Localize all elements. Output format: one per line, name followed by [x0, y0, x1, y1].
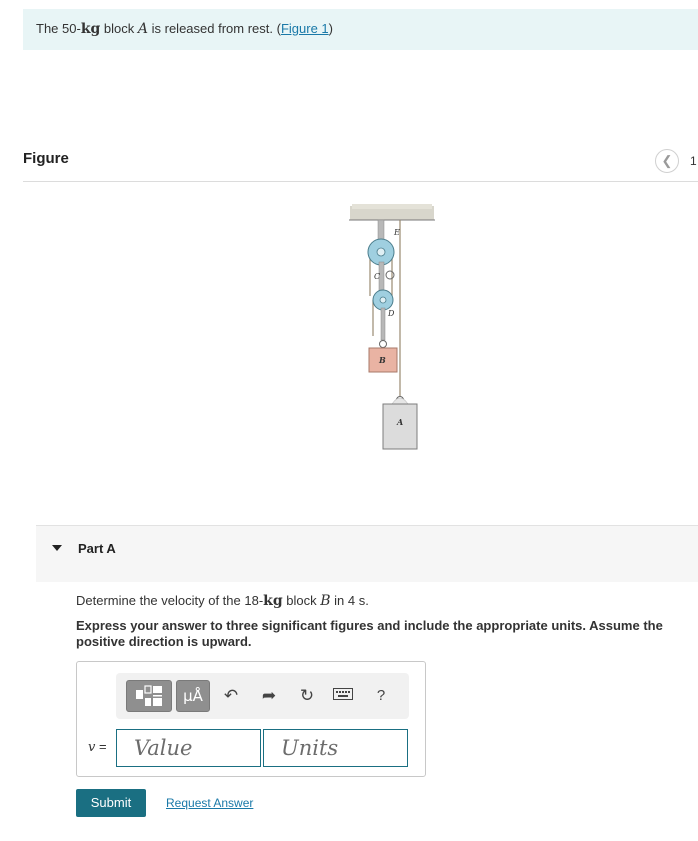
reset-icon[interactable]: ↻ — [296, 685, 318, 707]
statement-text: block — [100, 21, 138, 36]
units-input[interactable]: Units — [263, 729, 408, 767]
value-input[interactable]: Value — [116, 729, 261, 767]
statement-text: is released from rest. ( — [148, 21, 281, 36]
part-a-header[interactable]: Part A — [36, 526, 698, 582]
figure-title: Figure — [23, 150, 69, 167]
block-variable: B — [320, 593, 331, 609]
question-fragment: in 4 s. — [330, 593, 369, 608]
label-a: A — [396, 417, 403, 427]
math-toolbar: μÅ ↶ ➦ ↻ ? — [116, 673, 409, 719]
instruction-text: Express your answer to three significant… — [76, 618, 663, 649]
divider — [23, 181, 698, 182]
redo-icon[interactable]: ➦ — [258, 685, 280, 707]
submit-button[interactable]: Submit — [76, 789, 146, 817]
label-e: E — [393, 228, 400, 237]
equals-sign: = — [95, 739, 107, 754]
figure-page-number: 1 — [690, 154, 697, 168]
help-icon[interactable]: ? — [370, 685, 392, 707]
problem-statement: The 50-kg block A is released from rest.… — [36, 21, 333, 37]
caret-down-icon[interactable] — [52, 545, 62, 551]
pulley-axle — [379, 296, 387, 304]
variable-label: v = — [88, 739, 107, 755]
problem-statement-banner: The 50-kg block A is released from rest.… — [23, 9, 698, 50]
question-fragment: Determine the velocity of the 18- — [76, 593, 264, 608]
keyboard-icon[interactable] — [332, 685, 354, 707]
units-button[interactable]: μÅ — [176, 680, 210, 712]
figure-link[interactable]: Figure 1 — [281, 21, 329, 36]
mass-unit: kg — [263, 593, 283, 609]
hanger-b — [380, 307, 386, 341]
rope-flare — [391, 397, 409, 405]
mass-unit: kg — [80, 21, 101, 37]
statement-text: The 50- — [36, 21, 81, 36]
label-c: C — [374, 272, 380, 281]
block-variable: A — [137, 21, 149, 37]
label-d: D — [387, 309, 395, 318]
templates-icon — [136, 685, 162, 706]
statement-text: ) — [328, 21, 333, 36]
ceiling-texture — [352, 204, 432, 209]
question-text: Determine the velocity of the 18-kg bloc… — [76, 593, 369, 609]
templates-button[interactable] — [126, 680, 172, 712]
keyboard-glyph — [333, 688, 353, 700]
request-answer-link[interactable]: Request Answer — [166, 796, 253, 810]
undo-icon[interactable]: ↶ — [220, 685, 242, 707]
hook-b — [379, 340, 387, 348]
units-icon: μÅ — [183, 687, 203, 705]
chevron-left-icon[interactable]: ❮ — [655, 149, 679, 173]
question-fragment: block — [282, 593, 321, 608]
ring-c — [385, 270, 395, 280]
pulley-axle — [376, 247, 386, 257]
pulley-diagram: E C D B A — [349, 204, 435, 450]
part-label: Part A — [78, 541, 116, 556]
label-b: B — [378, 355, 386, 365]
